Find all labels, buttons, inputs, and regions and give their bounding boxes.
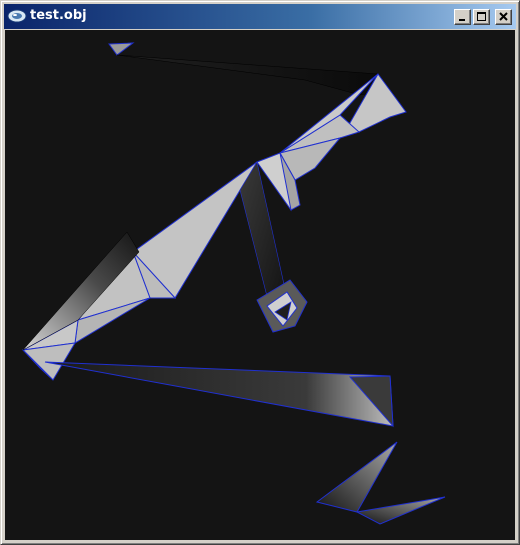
window-app-icon [7,9,27,23]
mesh-face [44,361,394,427]
3d-viewport[interactable] [5,30,515,540]
mesh-render [21,42,446,525]
maximize-button[interactable] [473,9,490,25]
mesh-face [315,441,398,513]
maximize-icon [477,12,486,21]
mesh-face [116,54,391,96]
close-icon [499,12,508,21]
application-window: test.obj [0,0,520,545]
window-title: test.obj [30,8,87,23]
title-bar[interactable]: test.obj [4,4,516,29]
mesh-face [21,342,76,381]
mesh-face [355,496,446,525]
mesh-face [108,42,135,56]
close-button[interactable] [495,9,512,25]
minimize-button[interactable] [454,9,471,25]
minimize-icon [459,19,465,21]
